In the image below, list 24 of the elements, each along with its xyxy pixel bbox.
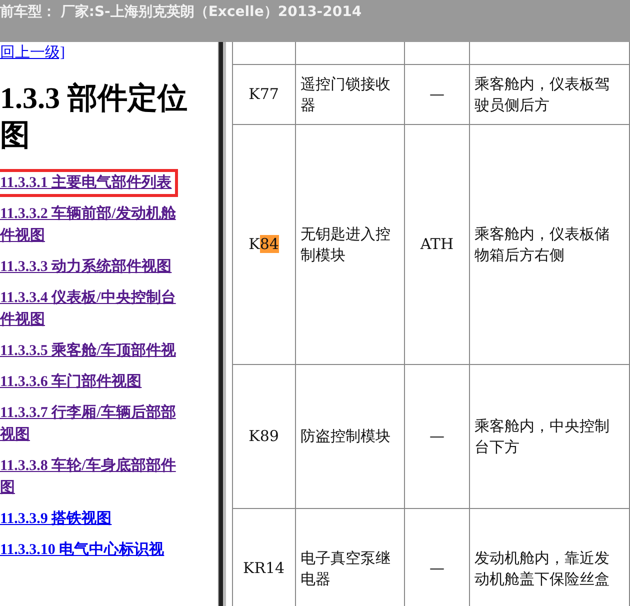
- table-cell: 乘客舱内，仪表板储物箱后方右侧: [469, 124, 630, 364]
- table-cell: —: [404, 64, 470, 124]
- section-link[interactable]: 11.3.3.3 动力系统部件视图: [0, 256, 175, 278]
- table-cell: 防盗控制模块: [295, 364, 405, 508]
- table-cell: K84: [232, 124, 296, 364]
- section-link[interactable]: 11.3.3.10 电气中心标识视: [0, 539, 168, 561]
- back-link[interactable]: 回上一级]: [0, 43, 65, 62]
- table-cell: 遥控门锁接收器: [295, 64, 405, 124]
- vehicle-title: 前车型： 厂家:S-上海别克英朗（Excelle）2013-2014: [0, 2, 362, 21]
- section-link[interactable]: 11.3.3.8 车轮/车身底部部件 图: [0, 455, 179, 499]
- section-link[interactable]: 11.3.3.9 搭铁视图: [0, 508, 115, 530]
- table-cell: K77: [232, 64, 296, 124]
- table-cell: K89: [232, 364, 296, 508]
- table-cell: 乘客舱内，中央控制台下方: [469, 364, 630, 508]
- section-heading: 1.3.3 部件定位图: [0, 81, 188, 154]
- section-link[interactable]: 11.3.3.1 主要电气部件列表: [0, 172, 175, 194]
- table-cell: ATH: [404, 124, 470, 364]
- table-cell: 无钥匙进入控制模块: [295, 124, 405, 364]
- section-link[interactable]: 11.3.3.7 行李厢/车辆后部部 视图: [0, 402, 179, 446]
- table-cell: KR14: [232, 508, 296, 606]
- table-cell: 乘客舱内，仪表板驾驶员侧后方: [469, 64, 630, 124]
- section-link[interactable]: 11.3.3.6 车门部件视图: [0, 371, 145, 393]
- table-cell: —: [404, 364, 470, 508]
- section-link[interactable]: 11.3.3.5 乘客舱/车顶部件视: [0, 340, 179, 362]
